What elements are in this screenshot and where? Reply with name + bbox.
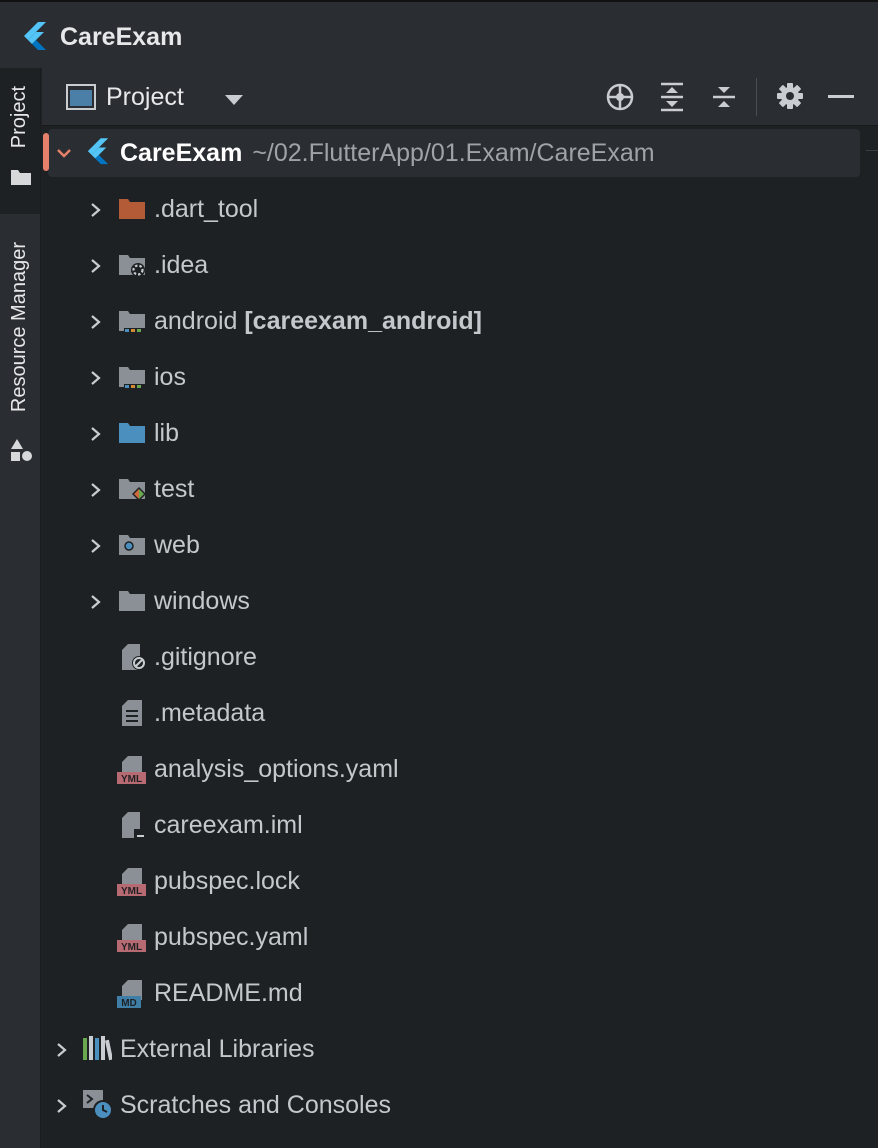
project-panel: Project CareExam ~/02.FlutterApp/01.Exam… <box>42 68 878 1148</box>
tree-item-gitignore[interactable]: .gitignore <box>42 633 860 681</box>
chevron-right-icon[interactable] <box>90 538 102 554</box>
minimize-icon[interactable] <box>828 94 854 100</box>
tree-item-readme[interactable]: MD README.md <box>42 969 860 1017</box>
tree-item-android[interactable]: android [careexam_android] <box>42 297 860 345</box>
tree-item-pubspec-lock[interactable]: YML pubspec.lock <box>42 857 860 905</box>
tree-item-label: ios <box>154 363 186 391</box>
root-path: ~/02.FlutterApp/01.Exam/CareExam <box>252 139 655 167</box>
scratches-icon <box>83 1090 113 1120</box>
iml-file-icon <box>122 812 146 839</box>
editor-edge <box>866 150 878 191</box>
text-file-icon <box>122 700 142 726</box>
tree-item-analysis-options[interactable]: YML analysis_options.yaml <box>42 745 860 793</box>
tree-item-idea[interactable]: .idea <box>42 241 860 289</box>
chevron-right-icon[interactable] <box>56 1098 68 1114</box>
tree-item-label: test <box>154 475 195 503</box>
tool-window-strip: Project Resource Manager <box>0 68 41 1148</box>
flutter-logo-icon <box>87 138 109 165</box>
tree-item-external-libraries[interactable]: External Libraries <box>42 1025 860 1073</box>
chevron-right-icon[interactable] <box>90 258 102 274</box>
markdown-file-icon: MD <box>117 980 142 1009</box>
chevron-right-icon[interactable] <box>90 594 102 610</box>
tree-item-pubspec-yaml[interactable]: YML pubspec.yaml <box>42 913 860 961</box>
chevron-right-icon[interactable] <box>90 314 102 330</box>
tree-item-label: pubspec.lock <box>154 867 300 895</box>
yml-badge-text: YML <box>121 774 142 785</box>
project-view-icon <box>66 84 96 110</box>
gear-icon[interactable] <box>776 82 804 110</box>
tree-item-web[interactable]: web <box>42 521 860 569</box>
collapse-all-icon[interactable] <box>710 82 738 112</box>
tree-item-windows[interactable]: windows <box>42 577 860 625</box>
tree-item-label: .metadata <box>154 699 266 727</box>
project-view-selector[interactable]: Project <box>106 83 184 112</box>
folder-web-icon <box>119 535 145 555</box>
folder-test-icon <box>119 479 146 501</box>
tree-item-label: web <box>154 531 200 559</box>
tree-item-name: android <box>154 307 238 335</box>
folder-icon <box>119 591 145 611</box>
library-icon <box>83 1036 112 1061</box>
tree-item-label: .idea <box>154 251 209 279</box>
project-toolbar: Project <box>42 68 878 126</box>
tree-item-label: .dart_tool <box>154 195 259 223</box>
chevron-down-icon[interactable] <box>56 148 72 159</box>
module-name: [careexam_android] <box>244 307 482 335</box>
root-name: CareExam <box>120 139 243 167</box>
tree-item-metadata[interactable]: .metadata <box>42 689 860 737</box>
toolbar-separator <box>756 78 757 116</box>
side-tab-resource-manager-label: Resource Manager <box>8 242 30 413</box>
tree-item-careexam-iml[interactable]: careexam.iml <box>42 801 860 849</box>
tree-item-label: careexam.iml <box>154 811 303 839</box>
expand-all-icon[interactable] <box>658 82 686 112</box>
yml-badge-text: YML <box>121 886 142 897</box>
yaml-file-icon: YML <box>117 756 146 785</box>
tree-root-row[interactable]: CareExam ~/02.FlutterApp/01.Exam/CareExam <box>48 129 860 177</box>
title-bar: CareExam <box>0 0 878 68</box>
folder-source-icon <box>119 423 145 443</box>
chevron-right-icon[interactable] <box>90 426 102 442</box>
tree-item-label: External Libraries <box>120 1035 315 1063</box>
window-title: CareExam <box>60 23 183 51</box>
yaml-file-icon: YML <box>117 868 146 897</box>
tree-item-lib[interactable]: lib <box>42 409 860 457</box>
tree-item-dart-tool[interactable]: .dart_tool <box>42 185 860 233</box>
tree-root-label: CareExam ~/02.FlutterApp/01.Exam/CareExam <box>120 139 655 168</box>
folder-excluded-icon <box>119 199 145 219</box>
tree-item-label: lib <box>154 419 180 447</box>
chevron-right-icon[interactable] <box>56 1042 68 1058</box>
folder-config-icon <box>119 255 145 277</box>
chevron-down-icon[interactable] <box>224 94 244 106</box>
side-tab-project-label: Project <box>8 86 30 149</box>
selection-marker <box>43 133 49 171</box>
tree-item-label: Scratches and Consoles <box>120 1091 391 1119</box>
locate-target-icon[interactable] <box>605 82 635 112</box>
tree-item-label: analysis_options.yaml <box>154 755 399 783</box>
md-badge-text: MD <box>121 998 137 1009</box>
tree-item-label: README.md <box>154 979 303 1007</box>
flutter-logo-icon <box>24 22 46 50</box>
tree-item-ios[interactable]: ios <box>42 353 860 401</box>
ignore-file-icon <box>122 644 146 670</box>
tree-item-label: android [careexam_android] <box>154 307 482 336</box>
tree-item-scratches[interactable]: Scratches and Consoles <box>42 1081 860 1129</box>
folder-module-icon <box>119 367 146 390</box>
yml-badge-text: YML <box>121 942 142 953</box>
chevron-right-icon[interactable] <box>90 482 102 498</box>
folder-icon <box>11 170 31 185</box>
chevron-right-icon[interactable] <box>90 202 102 218</box>
tree-item-label: windows <box>154 587 250 615</box>
folder-module-icon <box>119 311 146 334</box>
tree-item-label: pubspec.yaml <box>154 923 309 951</box>
yaml-file-icon: YML <box>117 924 146 953</box>
tree-item-label: .gitignore <box>154 643 257 671</box>
side-tab-resource-manager[interactable]: Resource Manager <box>0 228 40 468</box>
tree-item-test[interactable]: test <box>42 465 860 513</box>
chevron-right-icon[interactable] <box>90 370 102 386</box>
shapes-icon <box>11 439 32 461</box>
side-tab-project[interactable]: Project <box>0 68 40 214</box>
